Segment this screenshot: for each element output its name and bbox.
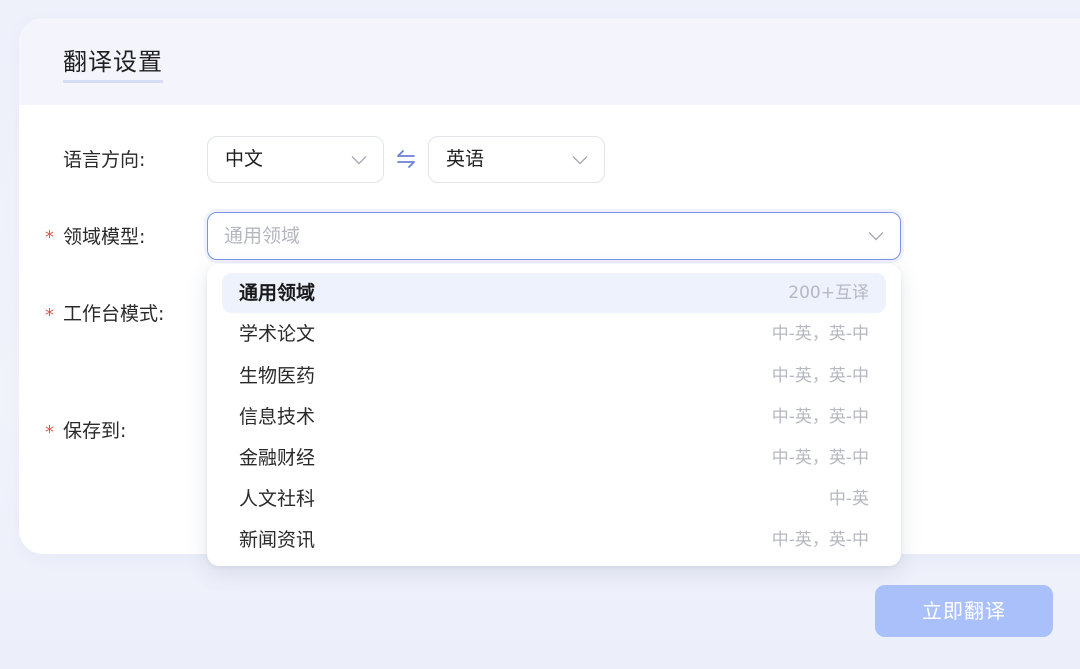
- target-language-select[interactable]: 英语: [428, 136, 605, 183]
- dropdown-option[interactable]: 人文社科 中-英: [222, 479, 886, 519]
- dropdown-option[interactable]: 通用领域 200+互译: [222, 273, 886, 313]
- option-language-pairs: 200+互译: [788, 283, 869, 303]
- option-name: 金融财经: [239, 447, 316, 469]
- required-mark: *: [45, 422, 54, 443]
- card-header: 翻译设置: [19, 18, 1080, 105]
- option-name: 人文社科: [239, 488, 316, 510]
- workbench-mode-label: 工作台模式:: [63, 303, 165, 325]
- domain-dropdown-menu: 通用领域 200+互译 学术论文 中-英，英-中 生物医药 中-英，英-中 信息…: [207, 264, 901, 566]
- chevron-down-icon: [572, 156, 588, 165]
- dropdown-option[interactable]: 信息技术 中-英，英-中: [222, 397, 886, 437]
- dropdown-option[interactable]: 学术论文 中-英，英-中: [222, 314, 886, 354]
- target-language-value: 英语: [446, 148, 485, 170]
- domain-model-select[interactable]: 通用领域: [207, 212, 901, 260]
- required-mark: *: [45, 227, 54, 248]
- option-name: 通用领域: [239, 282, 316, 304]
- option-language-pairs: 中-英，英-中: [771, 448, 869, 468]
- domain-select-placeholder: 通用领域: [224, 225, 301, 247]
- option-language-pairs: 中-英: [828, 489, 869, 509]
- option-name: 新闻资讯: [239, 529, 316, 551]
- source-language-select[interactable]: 中文: [207, 136, 384, 183]
- option-language-pairs: 中-英，英-中: [771, 530, 869, 550]
- chevron-down-icon: [868, 232, 884, 241]
- page-title: 翻译设置: [63, 44, 163, 83]
- swap-arrows-icon[interactable]: [395, 148, 417, 170]
- translate-now-button[interactable]: 立即翻译: [875, 585, 1053, 637]
- domain-model-label: 领域模型:: [63, 226, 146, 248]
- source-language-value: 中文: [225, 148, 264, 170]
- option-name: 学术论文: [239, 323, 316, 345]
- option-language-pairs: 中-英，英-中: [771, 366, 869, 386]
- dropdown-option[interactable]: 新闻资讯 中-英，英-中: [222, 520, 886, 560]
- option-name: 生物医药: [239, 365, 316, 387]
- option-name: 信息技术: [239, 406, 316, 428]
- save-to-label: 保存到:: [63, 420, 127, 442]
- required-mark: *: [45, 305, 54, 326]
- dropdown-option[interactable]: 金融财经 中-英，英-中: [222, 438, 886, 478]
- option-language-pairs: 中-英，英-中: [771, 324, 869, 344]
- dropdown-option[interactable]: 生物医药 中-英，英-中: [222, 356, 886, 396]
- language-direction-label: 语言方向:: [63, 149, 146, 171]
- option-language-pairs: 中-英，英-中: [771, 407, 869, 427]
- chevron-down-icon: [351, 156, 367, 165]
